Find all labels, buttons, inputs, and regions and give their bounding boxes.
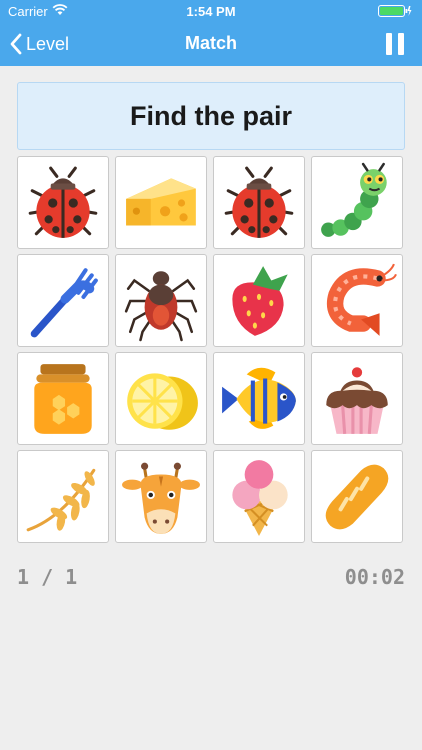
- fork-icon: [30, 267, 98, 337]
- cupcake-icon: [326, 366, 388, 434]
- honey-jar-icon: [34, 363, 92, 434]
- timer-label: 00:02: [344, 565, 405, 589]
- card[interactable]: [311, 156, 403, 249]
- card[interactable]: [115, 450, 207, 543]
- card-grid: [17, 156, 407, 543]
- card[interactable]: [17, 254, 109, 347]
- status-bar: Carrier 1:54 PM: [0, 0, 422, 22]
- pause-icon: [386, 33, 392, 55]
- card[interactable]: [311, 352, 403, 445]
- card[interactable]: [115, 254, 207, 347]
- card[interactable]: [311, 450, 403, 543]
- wheat-icon: [26, 468, 96, 531]
- battery-icon: [378, 5, 412, 17]
- instruction-banner: Find the pair: [17, 82, 405, 150]
- caterpillar-icon: [321, 162, 387, 237]
- bread-icon: [325, 464, 389, 529]
- card[interactable]: [115, 352, 207, 445]
- clock: 1:54 PM: [186, 4, 236, 19]
- card[interactable]: [17, 352, 109, 445]
- lemon-icon: [127, 372, 198, 430]
- ladybug-icon: [28, 166, 98, 238]
- card[interactable]: [213, 450, 305, 543]
- card[interactable]: [311, 254, 403, 347]
- card[interactable]: [213, 352, 305, 445]
- card[interactable]: [115, 156, 207, 249]
- ladybug-icon: [224, 166, 294, 238]
- tropical-fish-icon: [222, 367, 296, 429]
- pause-button[interactable]: [386, 33, 404, 55]
- card[interactable]: [213, 254, 305, 347]
- giraffe-icon: [122, 462, 200, 534]
- navigation-bar: Level Match: [0, 22, 422, 66]
- strawberry-icon: [232, 265, 288, 336]
- card[interactable]: [213, 156, 305, 249]
- card[interactable]: [17, 156, 109, 249]
- progress-label: 1 / 1: [17, 565, 78, 589]
- card[interactable]: [17, 450, 109, 543]
- ice-cream-icon: [232, 459, 288, 536]
- page-title: Match: [184, 33, 237, 53]
- cheese-icon: [126, 177, 196, 226]
- tick-icon: [124, 270, 198, 341]
- shrimp-icon: [326, 263, 397, 336]
